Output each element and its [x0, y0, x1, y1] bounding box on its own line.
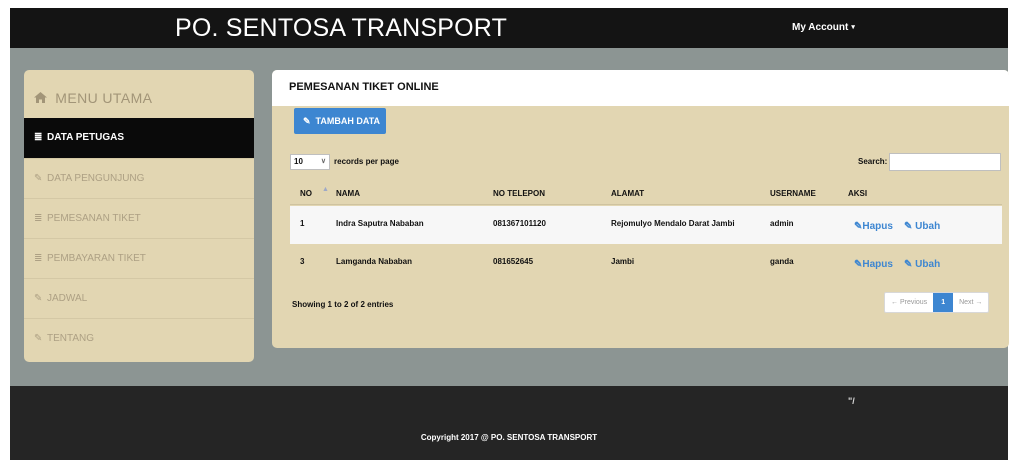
sidebar-item-pemesanan-tiket[interactable]: ≣ PEMESANAN TIKET: [24, 198, 254, 238]
content-panel: PEMESANAN TIKET ONLINE ✎ TAMBAH DATA 10 ∨…: [272, 70, 1009, 348]
home-icon: [34, 90, 51, 106]
sidebar-item-label: JADWAL: [47, 293, 88, 304]
next-page-button[interactable]: Next →: [953, 293, 988, 312]
sidebar-item-label: PEMBAYARAN TIKET: [47, 253, 146, 264]
edit-link[interactable]: ✎ Ubah: [904, 259, 940, 270]
column-header-aksi[interactable]: AKSI: [848, 189, 867, 198]
delete-label: Hapus: [862, 259, 893, 270]
column-header-nama[interactable]: NAMA: [336, 189, 360, 198]
cell-no: 1: [300, 219, 305, 228]
pagination: ← Previous 1 Next →: [884, 292, 990, 313]
sidebar-item-tentang[interactable]: ✎ TENTANG: [24, 318, 254, 358]
table-row: 3 Lamganda Nababan 081652645 Jambi ganda…: [290, 244, 1002, 282]
list-icon: ≣: [34, 253, 43, 264]
chevron-down-icon: ∨: [320, 158, 326, 165]
sidebar-item-data-pengunjung[interactable]: ✎ DATA PENGUNJUNG: [24, 158, 254, 198]
footer-mark: "/: [848, 396, 855, 406]
sort-ascending-icon: ▲: [322, 186, 329, 193]
my-account-menu[interactable]: My Account ▾: [792, 22, 855, 33]
pencil-icon: ✎: [34, 173, 43, 184]
sidebar-item-label: DATA PETUGAS: [47, 132, 125, 143]
edit-label: Ubah: [915, 221, 941, 232]
sidebar-item-label: PEMESANAN TIKET: [47, 213, 141, 224]
cell-nama: Lamganda Nababan: [336, 257, 413, 266]
sidebar-item-label: DATA PENGUNJUNG: [47, 173, 145, 184]
pencil-icon: ✎: [904, 259, 916, 270]
cell-nama: Indra Saputra Nababan: [336, 219, 424, 228]
records-per-page-value: 10: [294, 157, 303, 166]
search-label: Search:: [858, 157, 888, 166]
sidebar: MENU UTAMA ≣ DATA PETUGAS ✎ DATA PENGUNJUN…: [24, 70, 254, 362]
previous-page-button[interactable]: ← Previous: [885, 293, 933, 312]
table-header-divider: [290, 204, 1002, 205]
footer: "/ Copyright 2017 @ PO. SENTOSA TRANSPOR…: [10, 386, 1008, 460]
column-header-no[interactable]: NO: [300, 189, 312, 198]
page-1-button[interactable]: 1: [933, 293, 954, 312]
cell-telepon: 081652645: [493, 257, 534, 266]
column-header-no-telepon[interactable]: NO TELEPON: [493, 189, 545, 198]
add-data-label: TAMBAH DATA: [315, 116, 381, 126]
cell-telepon: 081367101120: [493, 219, 546, 228]
edit-link[interactable]: ✎ Ubah: [904, 221, 940, 232]
sidebar-item-pembayaran-tiket[interactable]: ≣ PEMBAYARAN TIKET: [24, 238, 254, 278]
pencil-icon: ✎: [303, 116, 311, 126]
records-per-page-label: records per page: [334, 157, 399, 166]
cell-username: admin: [770, 219, 794, 228]
list-icon: ≣: [34, 132, 43, 143]
pencil-icon: ✎: [34, 333, 43, 344]
delete-link[interactable]: ✎Hapus: [854, 259, 893, 270]
caret-down-icon: ▾: [851, 24, 855, 31]
cell-no: 3: [300, 257, 305, 266]
column-header-username[interactable]: USERNAME: [770, 189, 816, 198]
copyright-text: Copyright 2017 @ PO. SENTOSA TRANSPORT: [420, 433, 598, 442]
page-title: PEMESANAN TIKET ONLINE: [272, 70, 1009, 106]
sidebar-item-jadwal[interactable]: ✎ JADWAL: [24, 278, 254, 318]
sidebar-item-label: TENTANG: [47, 333, 95, 344]
delete-label: Hapus: [862, 221, 893, 232]
cell-alamat: Rejomulyo Mendalo Darat Jambi: [611, 219, 735, 228]
brand-title[interactable]: PO. SENTOSA TRANSPORT: [175, 14, 507, 43]
column-header-alamat[interactable]: ALAMAT: [611, 189, 644, 198]
list-icon: ≣: [34, 213, 43, 224]
sidebar-item-data-petugas[interactable]: ≣ DATA PETUGAS: [24, 118, 254, 158]
table-row: 1 Indra Saputra Nababan 081367101120 Rej…: [290, 206, 1002, 244]
sidebar-heading: MENU UTAMA: [24, 70, 254, 118]
search-input[interactable]: [889, 153, 1001, 171]
table-info: Showing 1 to 2 of 2 entries: [292, 300, 394, 309]
delete-link[interactable]: ✎Hapus: [854, 221, 893, 232]
top-navbar: PO. SENTOSA TRANSPORT My Account ▾: [10, 8, 1008, 48]
cell-username: ganda: [770, 257, 794, 266]
records-per-page-select[interactable]: 10 ∨: [290, 154, 330, 170]
pencil-icon: ✎: [34, 293, 43, 304]
pencil-icon: ✎: [904, 221, 916, 232]
cell-alamat: Jambi: [611, 257, 635, 266]
edit-label: Ubah: [915, 259, 941, 270]
sidebar-heading-label: MENU UTAMA: [55, 90, 153, 106]
add-data-button[interactable]: ✎ TAMBAH DATA: [294, 108, 386, 134]
my-account-label: My Account: [792, 22, 849, 33]
